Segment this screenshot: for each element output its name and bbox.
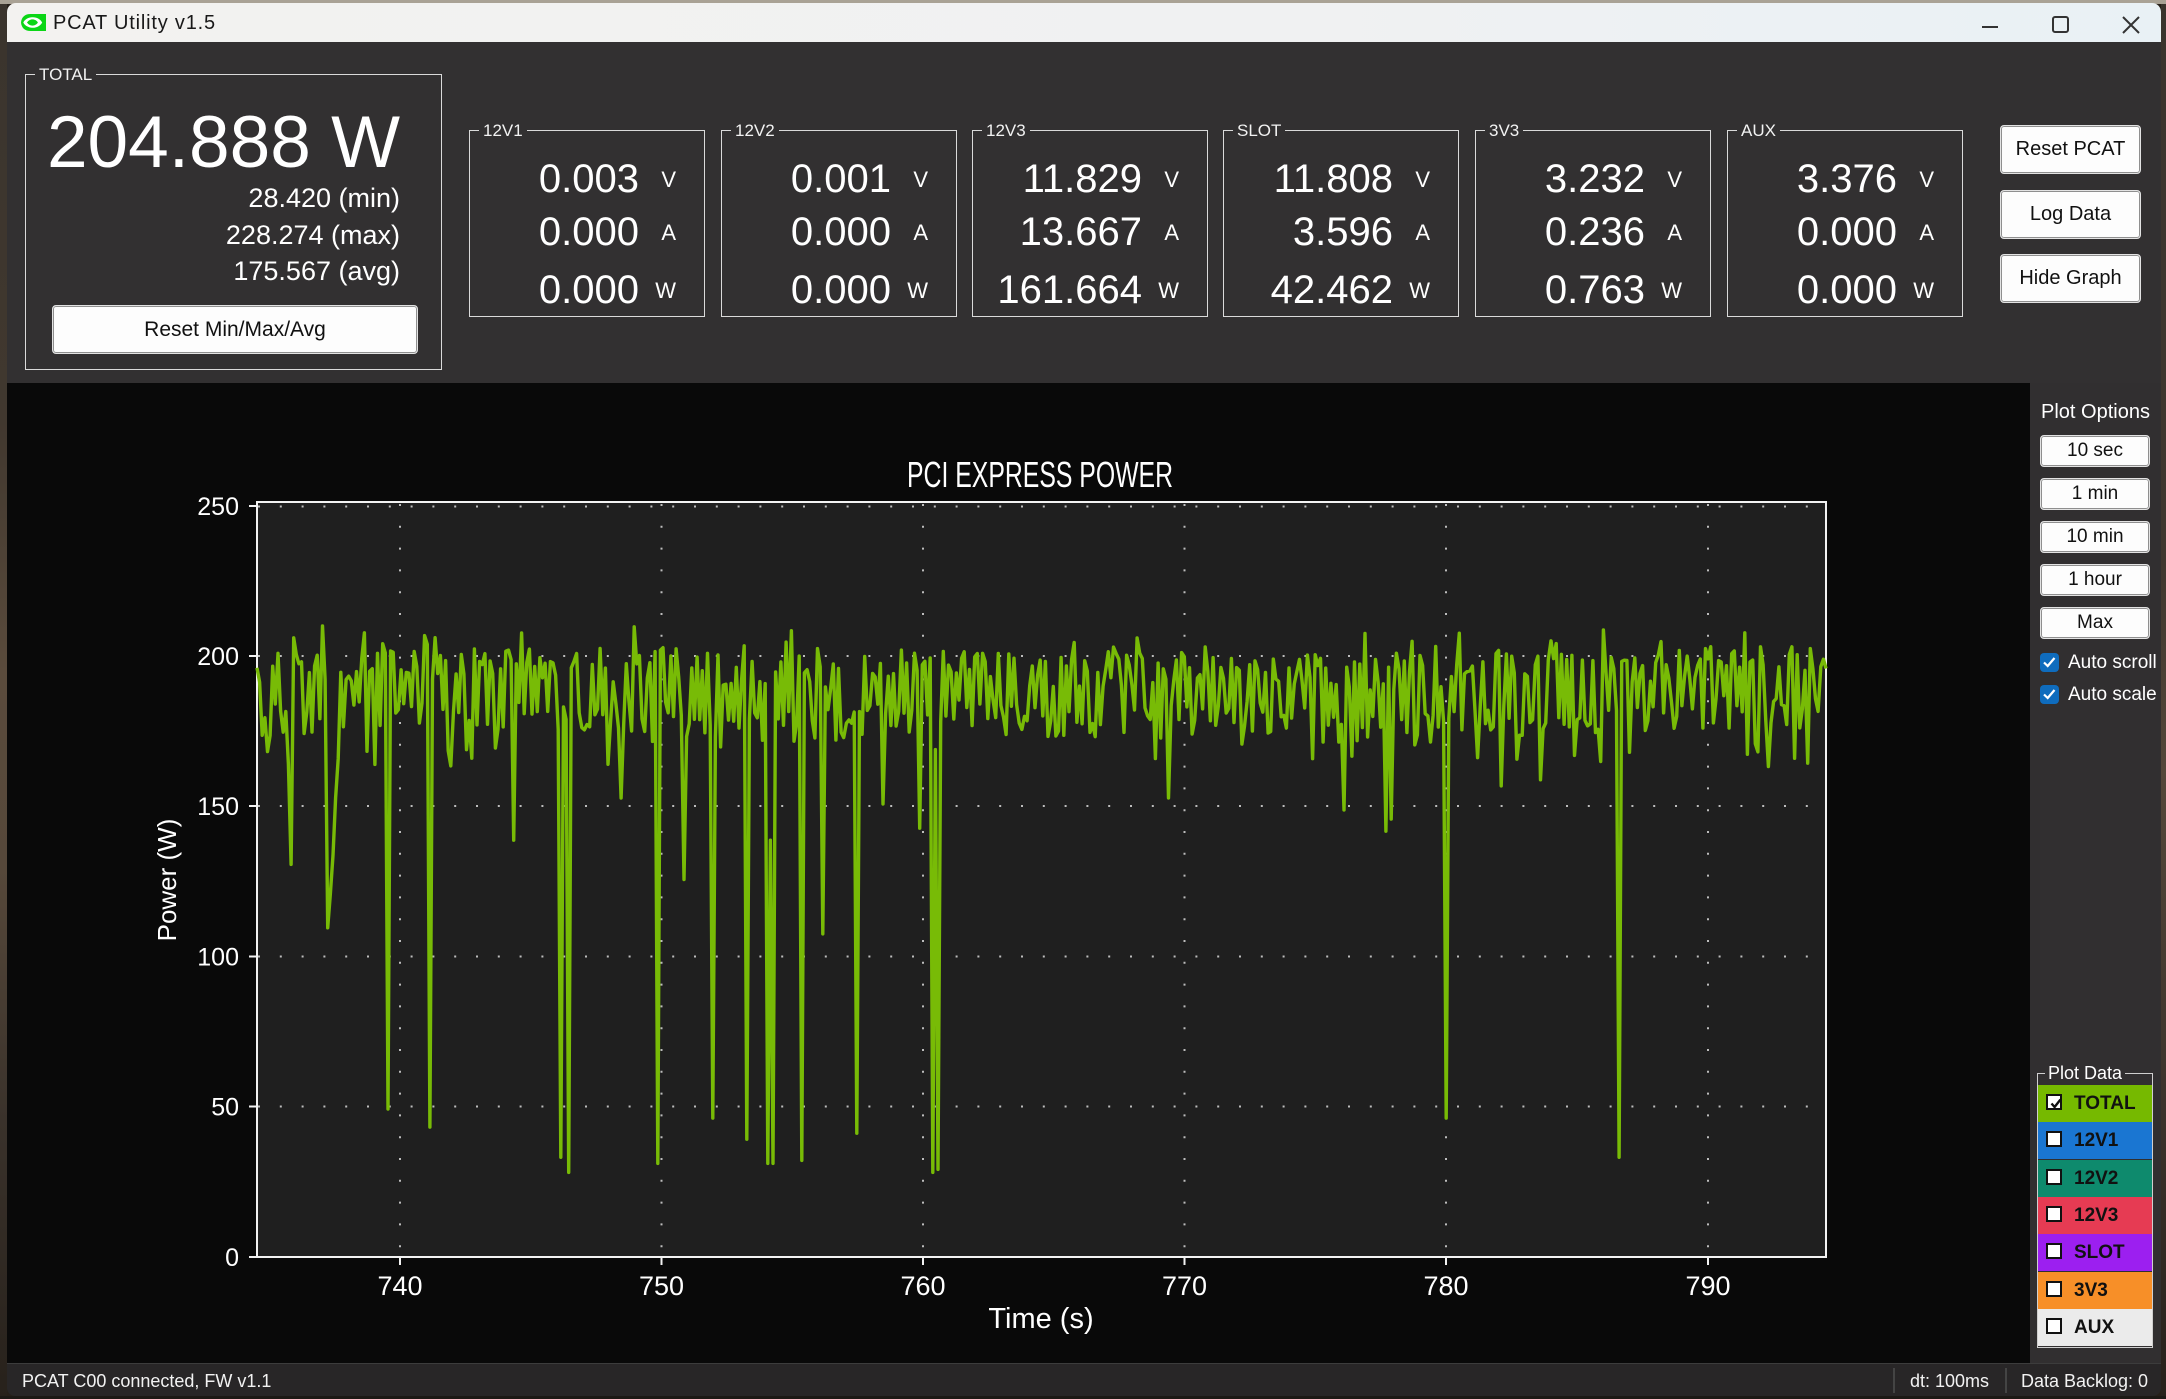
svg-text:770: 770 bbox=[1162, 1271, 1207, 1301]
svg-text:790: 790 bbox=[1685, 1271, 1730, 1301]
svg-text:200: 200 bbox=[197, 643, 239, 671]
svg-text:750: 750 bbox=[639, 1271, 684, 1301]
svg-text:250: 250 bbox=[197, 493, 239, 521]
svg-text:Time (s): Time (s) bbox=[988, 1303, 1093, 1335]
svg-text:Power (W): Power (W) bbox=[152, 819, 182, 942]
svg-text:740: 740 bbox=[377, 1271, 422, 1301]
svg-text:100: 100 bbox=[197, 944, 239, 972]
svg-text:0: 0 bbox=[225, 1244, 239, 1272]
svg-text:780: 780 bbox=[1423, 1271, 1468, 1301]
svg-text:150: 150 bbox=[197, 793, 239, 821]
svg-text:PCI EXPRESS POWER: PCI EXPRESS POWER bbox=[907, 454, 1173, 495]
svg-text:50: 50 bbox=[211, 1094, 239, 1122]
svg-text:760: 760 bbox=[900, 1271, 945, 1301]
